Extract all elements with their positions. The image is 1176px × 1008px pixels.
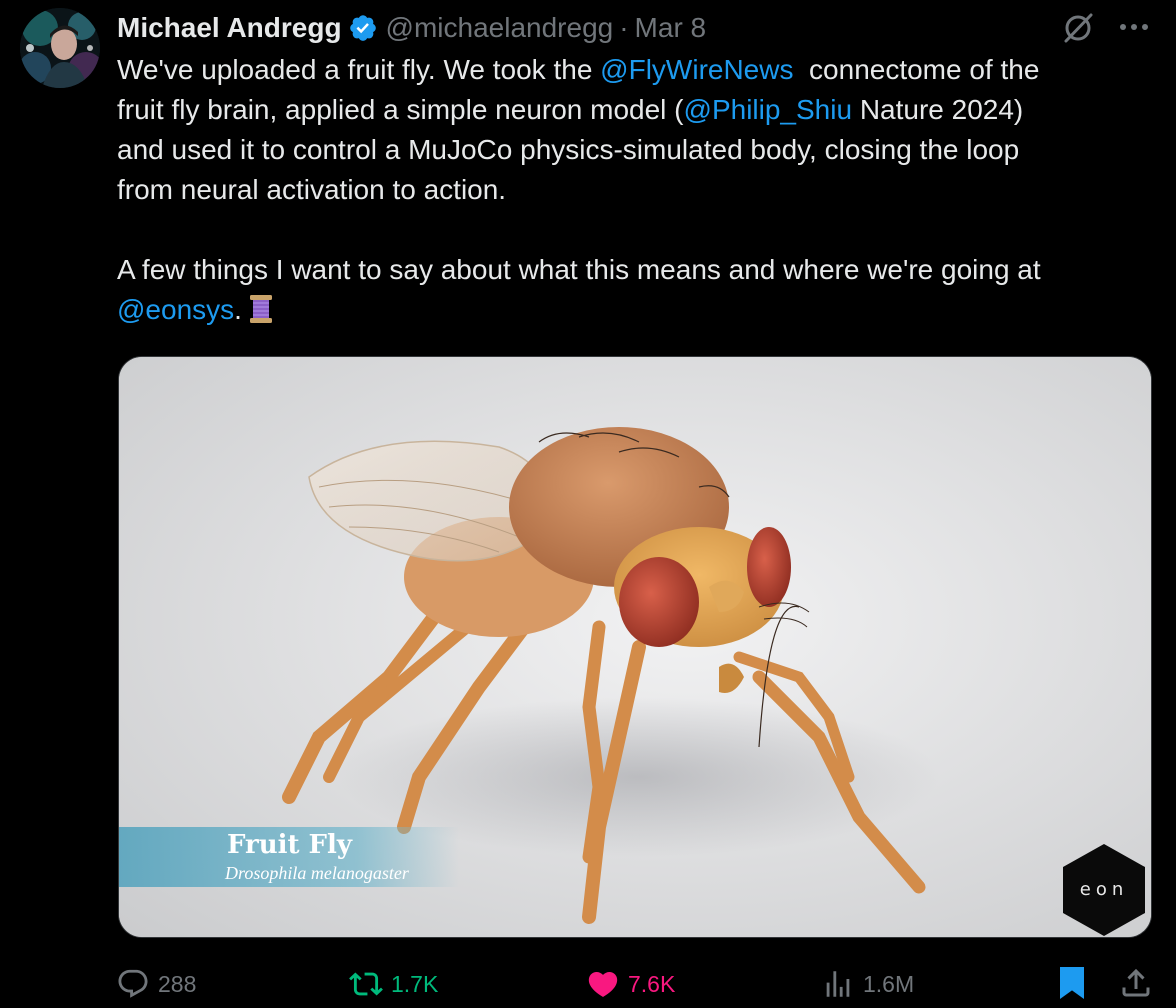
reply-count: 288 <box>158 970 197 997</box>
views-count: 1.6M <box>863 970 915 997</box>
tweet-text-line: A few things I want to say about what th… <box>117 254 1041 285</box>
views-icon <box>826 971 850 997</box>
text-segment: We've uploaded a fruit fly. We took the <box>117 54 601 85</box>
views-button[interactable]: 1.6M <box>821 962 914 1006</box>
tweet-text: We've uploaded a fruit fly. We took the … <box>117 50 1157 330</box>
share-icon <box>1122 968 1150 997</box>
reply-button[interactable]: 288 <box>116 962 196 1006</box>
bookmark-button[interactable] <box>1056 964 1088 1002</box>
reply-icon <box>118 969 148 998</box>
verified-badge-icon[interactable] <box>348 13 378 43</box>
tweet-text-line: from neural activation to action. <box>117 174 507 205</box>
repost-icon <box>349 972 383 996</box>
mention-link[interactable]: @Philip_Shiu <box>684 94 853 125</box>
like-count: 7.6K <box>628 970 676 997</box>
repost-count: 1.7K <box>391 970 439 997</box>
mention-link[interactable]: @eonsys <box>117 294 234 325</box>
media-video[interactable]: Fruit Fly Drosophila melanogaster eon <box>118 356 1152 938</box>
repost-button[interactable]: 1.7K <box>349 962 438 1006</box>
action-bar: 288 1.7K 7.6K 1.6M <box>116 962 1156 1006</box>
bookmark-icon <box>1060 967 1084 999</box>
tweet-text-line: @eonsys. <box>117 290 1157 330</box>
separator-dot: · <box>619 12 629 43</box>
author-handle[interactable]: @michaelandregg <box>386 12 614 44</box>
caption-title: Fruit Fly <box>227 830 352 860</box>
text-segment: connectome of the <box>793 54 1040 85</box>
mention-link[interactable]: @FlyWireNews <box>600 54 793 85</box>
spool-emoji-icon <box>248 293 274 336</box>
author-name[interactable]: Michael Andregg <box>117 12 342 44</box>
avatar[interactable] <box>20 8 100 88</box>
tweet-text-line: fruit fly brain, applied a simple neuron… <box>117 90 1157 130</box>
share-button[interactable] <box>1118 964 1154 1002</box>
more-icon[interactable] <box>1116 12 1152 42</box>
eon-logo-text: eon <box>1079 879 1129 900</box>
grok-icon[interactable] <box>1060 10 1096 46</box>
caption-subtitle: Drosophila melanogaster <box>225 863 409 883</box>
like-button[interactable]: 7.6K <box>586 962 675 1006</box>
tweet-text-line: We've uploaded a fruit fly. We took the … <box>117 50 1157 90</box>
text-segment: . <box>234 294 242 325</box>
heart-icon <box>588 971 618 997</box>
text-segment: Nature 2024) <box>852 94 1024 125</box>
tweet-text-line: and used it to control a MuJoCo physics-… <box>117 134 1020 165</box>
text-segment: fruit fly brain, applied a simple neuron… <box>117 94 684 125</box>
tweet-header: Michael Andregg @michaelandregg · Mar 8 <box>117 8 706 48</box>
tweet-date[interactable]: Mar 8 <box>635 12 707 44</box>
